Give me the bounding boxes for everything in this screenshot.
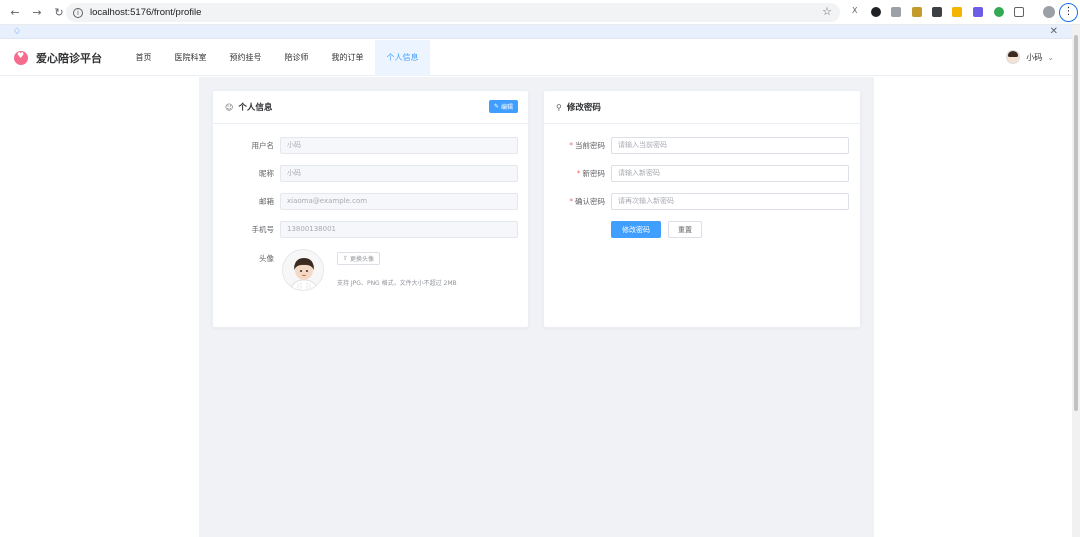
edit-button-label: 编辑 [500,104,513,111]
password-card: ⚲ 修改密码 * 当前密码 请输入当前密码 * 新密码 请输入新密码 * 确认密码 请… [543,90,861,328]
confirm-password-label: * 确认密码 [544,196,605,207]
profile-avatar [282,249,324,291]
extension-card-icon[interactable] [912,7,922,17]
username-field: 小码 [280,137,518,154]
brand-logo[interactable]: 爱心陪诊平台 [14,50,102,66]
lock-icon: ⚲ [556,102,562,112]
change-avatar-button[interactable]: ⇧ 更换头像 [337,252,381,265]
email-field: xiaoma@example.com [280,193,518,210]
reset-button[interactable]: 重置 [668,221,702,238]
required-mark: * [569,141,573,150]
nav-item-home[interactable]: 首页 [124,40,163,76]
form-row-current-password: * 当前密码 请输入当前密码 [544,137,849,154]
username-label: 用户名 [251,141,275,150]
current-password-label: * 当前密码 [544,140,605,151]
upload-icon: ⇧ [343,255,349,262]
browser-profile-icon[interactable] [1043,6,1055,18]
browser-menu-icon[interactable]: ⋮ [1059,3,1078,22]
page-scrollbar[interactable] [1072,25,1080,537]
site-info-icon[interactable]: i [73,7,83,18]
forward-icon[interactable]: → [28,3,46,21]
nickname-label: 昵称 [259,169,274,178]
bookmark-star-icon[interactable]: ☆ [822,5,832,18]
avatar [1006,50,1021,64]
extension-circle-icon[interactable] [871,7,881,17]
user-icon: ☺ [225,102,234,112]
form-row-confirm-password: * 确认密码 请再次输入新密码 [544,193,849,210]
form-row-new-password: * 新密码 请输入新密码 [544,165,849,182]
new-password-label: * 新密码 [544,168,605,179]
main-nav: 首页 医院科室 预约挂号 陪诊师 我的订单 个人信息 [124,39,430,76]
bell-icon: ♢ [13,26,22,37]
form-row-nickname: 昵称 小码 [213,165,518,182]
close-icon[interactable]: ✕ [1050,26,1058,37]
profile-card-title: 个人信息 [238,103,273,113]
nav-item-hospital[interactable]: 医院科室 [163,40,218,76]
current-password-input[interactable]: 请输入当前密码 [611,137,849,154]
chevron-down-icon: ⌄ [1047,52,1054,62]
phone-label: 手机号 [251,225,275,234]
user-name: 小码 [1026,52,1043,62]
edit-icon: ✎ [493,103,499,110]
confirm-password-input[interactable]: 请再次输入新密码 [611,193,849,210]
new-password-input[interactable]: 请输入新密码 [611,165,849,182]
change-password-button[interactable]: 修改密码 [611,221,661,238]
new-password-label-text: 新密码 [582,169,606,178]
back-icon[interactable]: ← [6,3,24,21]
heart-icon [14,50,28,65]
edit-button[interactable]: ✎ 编辑 [488,100,518,113]
extension-multicolor-icon[interactable] [952,7,962,17]
password-card-header: ⚲ 修改密码 [544,91,860,124]
nav-item-appointment[interactable]: 预约挂号 [218,40,273,76]
scrollbar-thumb[interactable] [1074,35,1078,411]
form-row-avatar: 头像 [213,253,274,264]
extensions-puzzle-icon[interactable] [1014,7,1024,17]
extension-calculator-icon[interactable] [932,7,942,17]
extension-purple-icon[interactable] [973,7,983,17]
confirm-password-label-text: 确认密码 [575,197,605,206]
form-row-email: 邮箱 xiaoma@example.com [213,193,518,210]
url-text: localhost:5176/front/profile [90,7,202,18]
nav-item-orders[interactable]: 我的订单 [320,40,375,76]
phone-field: 13800138001 [280,221,518,238]
form-row-username: 用户名 小码 [213,137,518,154]
required-mark: * [576,169,581,178]
form-row-phone: 手机号 13800138001 [213,221,518,238]
avatar-illustration [283,250,323,290]
change-avatar-label: 更换头像 [350,256,375,263]
nav-item-escort[interactable]: 陪诊师 [273,40,320,76]
profile-card-header: ☺ 个人信息 ✎ 编辑 [213,91,528,124]
avatar-label: 头像 [259,254,274,263]
profile-card: ☺ 个人信息 ✎ 编辑 用户名 小码 昵称 小码 邮箱 xiaoma@examp… [212,90,529,328]
notification-bar: ♢ ✕ [0,25,1080,39]
brand-name: 爱心陪诊平台 [36,51,102,65]
password-card-title: 修改密码 [566,103,601,113]
browser-toolbar: ← → ↻ i localhost:5176/front/profile ☆ X… [0,0,1080,25]
nickname-field: 小码 [280,165,518,182]
extension-camera-icon[interactable] [891,7,901,17]
extension-x-icon[interactable]: X [852,6,857,16]
address-bar[interactable]: i localhost:5176/front/profile ☆ [66,3,840,22]
avatar-hint: 支持 JPG、PNG 格式，文件大小不超过 2MB [337,280,457,287]
required-mark: * [569,197,573,206]
current-password-label-text: 当前密码 [575,141,605,150]
extension-green-icon[interactable] [994,7,1004,17]
email-label: 邮箱 [259,197,274,206]
user-menu[interactable]: 小码 ⌄ [1006,50,1054,64]
nav-item-profile[interactable]: 个人信息 [375,39,430,76]
app-header: 爱心陪诊平台 首页 医院科室 预约挂号 陪诊师 我的订单 个人信息 小码 ⌄ [0,39,1072,76]
